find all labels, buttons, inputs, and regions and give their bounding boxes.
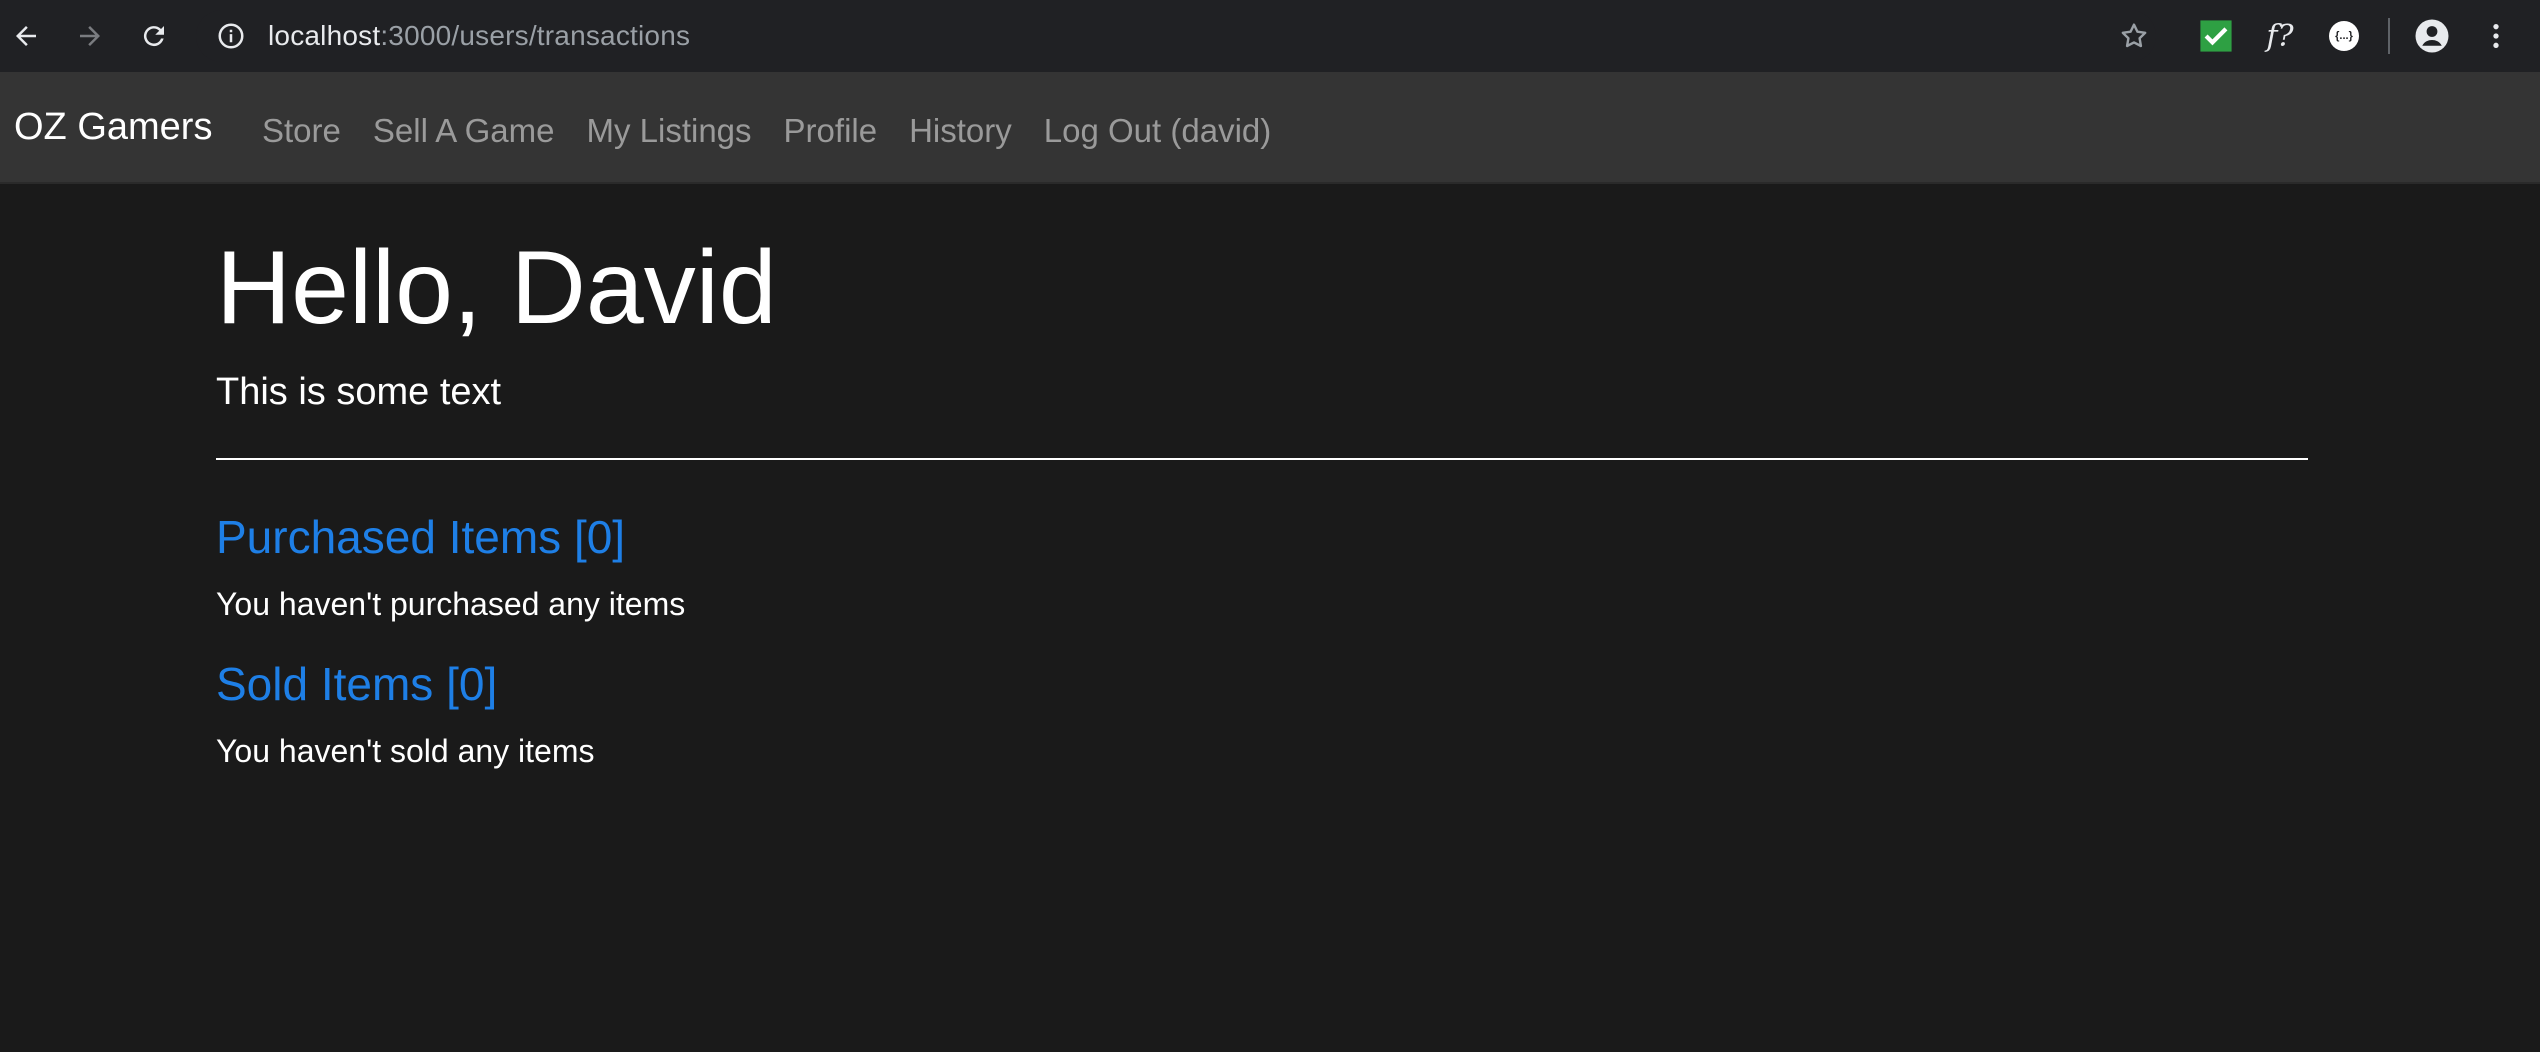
divider [216,458,2308,461]
purchased-items-heading[interactable]: Purchased Items [0] [216,510,2308,564]
info-icon[interactable] [216,21,246,51]
url-text: localhost:3000/users/transactions [268,20,690,52]
nav-link-history[interactable]: History [909,112,1012,150]
nav-link-my-listings[interactable]: My Listings [586,112,751,150]
brand-logo[interactable]: OZ Gamers [14,106,212,149]
url-path: :3000/users/transactions [380,20,691,51]
account-icon[interactable] [2410,14,2454,58]
json-extension-label: {...} [2329,21,2359,51]
back-arrow-icon[interactable] [4,14,48,58]
star-icon[interactable] [2112,14,2156,58]
font-extension-icon[interactable]: f? [2258,14,2302,58]
menu-dots-icon[interactable] [2474,14,2518,58]
sold-items-message: You haven't sold any items [216,733,595,770]
nav-link-store[interactable]: Store [262,112,341,150]
nav-link-logout[interactable]: Log Out (david) [1044,112,1271,150]
reload-icon[interactable] [132,14,176,58]
forward-arrow-icon[interactable] [68,14,112,58]
url-host: localhost [268,20,381,51]
browser-toolbar: localhost:3000/users/transactions f? {..… [0,0,2540,72]
page-title: Hello, David [216,230,777,346]
app-navbar: OZ Gamers Store Sell A Game My Listings … [0,72,2540,184]
toolbar-divider [2388,18,2390,54]
page-subtext: This is some text [216,371,502,414]
sold-items-heading[interactable]: Sold Items [0] [216,657,2308,711]
green-check-extension-icon[interactable] [2194,14,2238,58]
main-content: Hello, David This is some text Purchased… [216,184,2308,770]
purchased-items-message: You haven't purchased any items [216,586,686,623]
json-extension-icon[interactable]: {...} [2322,14,2366,58]
nav-link-profile[interactable]: Profile [784,112,878,150]
nav-link-sell-a-game[interactable]: Sell A Game [373,112,555,150]
address-bar[interactable]: localhost:3000/users/transactions [196,10,2156,62]
nav-links: Store Sell A Game My Listings Profile Hi… [262,112,1303,150]
